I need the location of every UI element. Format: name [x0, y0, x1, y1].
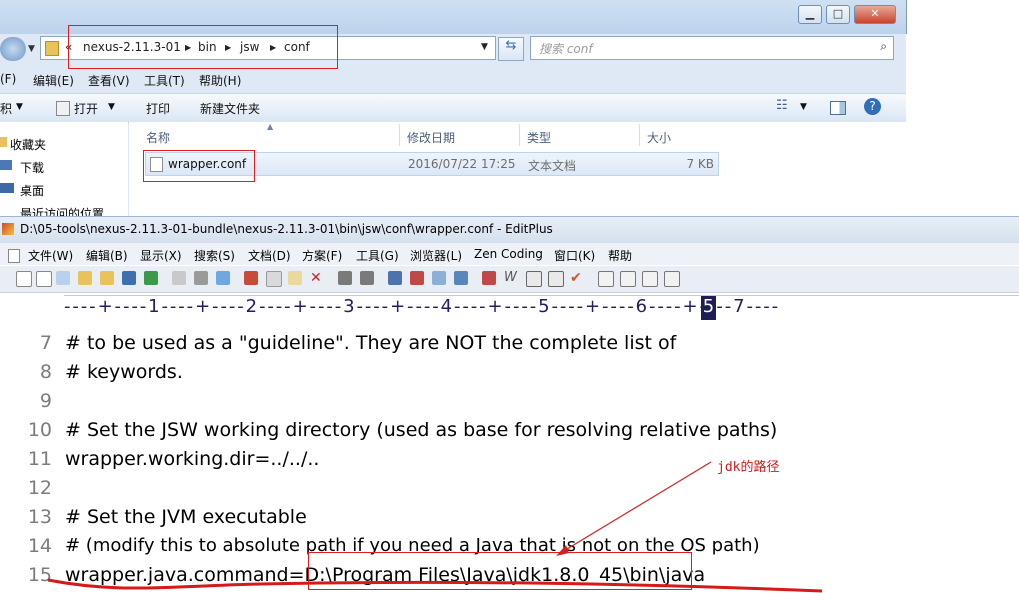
sort-arrow-icon: ▲ [267, 122, 274, 131]
navigation-pane: 收藏夹 下载 桌面 最近访问的位置 [0, 122, 128, 216]
annotation-overlay [47, 461, 823, 593]
desktop-icon [0, 183, 14, 193]
downloads-icon [0, 160, 12, 170]
menu-view[interactable]: 查看(V) [88, 72, 130, 89]
explorer-window: ▁ □ ✕ ▼ « nexus-2.11.3-01 ▶ bin ▶ jsw ▶ … [0, 0, 907, 216]
file-highlight-box [143, 150, 255, 182]
history-dropdown-icon[interactable]: ▼ [28, 44, 35, 54]
column-size[interactable]: 大小 [647, 129, 671, 146]
menu-tools[interactable]: 工具(T) [144, 72, 185, 89]
nav-downloads[interactable]: 下载 [20, 159, 44, 176]
column-name[interactable]: 名称 [146, 129, 170, 146]
file-type: 文本文档 [528, 159, 577, 173]
address-dropdown-icon[interactable]: ▼ [481, 42, 488, 52]
open-button[interactable]: 打开 [74, 100, 98, 117]
menu-edit[interactable]: 编辑(E) [33, 72, 74, 89]
help-icon[interactable]: ? [864, 98, 881, 115]
preview-pane-icon[interactable] [830, 101, 846, 115]
annotation-arrow [561, 461, 712, 553]
explorer-menubar: (F) 编辑(E) 查看(V) 工具(T) 帮助(H) [0, 70, 906, 90]
open-icon [56, 101, 70, 116]
chevron-down-icon[interactable]: ▼ [800, 102, 807, 112]
nav-desktop[interactable]: 桌面 [20, 182, 44, 199]
menu-help[interactable]: 帮助(H) [199, 72, 241, 89]
folder-icon [45, 41, 59, 56]
new-folder-button[interactable]: 新建文件夹 [200, 100, 260, 117]
print-button[interactable]: 打印 [146, 100, 170, 117]
close-button[interactable]: ✕ [854, 5, 896, 24]
column-type[interactable]: 类型 [527, 129, 551, 146]
column-date[interactable]: 修改日期 [407, 129, 455, 146]
back-button[interactable] [0, 37, 26, 61]
refresh-icon[interactable]: ⇆ [498, 37, 524, 61]
nav-favorites[interactable]: 收藏夹 [10, 136, 46, 153]
address-highlight-box [68, 25, 338, 69]
file-size: 7 KB [686, 157, 714, 171]
arrowhead-icon [556, 545, 569, 556]
view-options-icon[interactable]: ☷ [776, 98, 788, 113]
nav-recent-places[interactable]: 最近访问的位置 [20, 205, 104, 216]
chevron-down-icon[interactable]: ▼ [16, 102, 23, 112]
search-input[interactable]: 搜索 conf ⌕ [530, 36, 894, 60]
search-icon[interactable]: ⌕ [880, 39, 887, 54]
favorites-icon [0, 137, 7, 147]
maximize-button[interactable]: □ [826, 5, 850, 24]
menu-file[interactable]: (F) [0, 72, 16, 86]
hand-underline [47, 578, 823, 593]
chevron-down-icon[interactable]: ▼ [108, 102, 115, 112]
file-date: 2016/07/22 17:25 [408, 157, 516, 171]
file-list: ▲ 名称 修改日期 类型 大小 wrapper.conf 2016/07/22 … [129, 122, 906, 216]
explorer-command-bar: 积 ▼ 打开 ▼ 打印 新建文件夹 ☷ ▼ ? [0, 93, 906, 123]
minimize-button[interactable]: ▁ [798, 5, 822, 24]
organize-button[interactable]: 积 [0, 100, 12, 117]
editplus-window: D:\05-tools\nexus-2.11.3-01-bundle\nexus… [0, 216, 1019, 593]
search-placeholder: 搜索 conf [539, 42, 593, 56]
